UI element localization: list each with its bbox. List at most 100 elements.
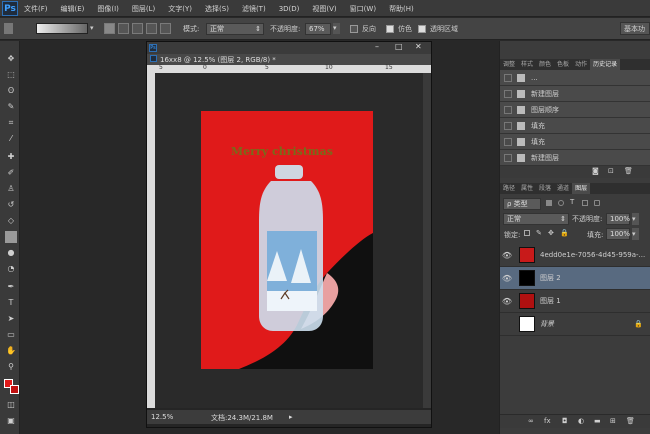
history-tab[interactable]: 样式 (518, 59, 536, 70)
history-checkbox[interactable] (504, 137, 512, 146)
filter-pixel-icon[interactable] (546, 200, 552, 206)
zoom-tool-icon[interactable]: ⚲ (5, 361, 17, 373)
history-tab[interactable]: 调整 (500, 59, 518, 70)
layers-tab[interactable]: 属性 (518, 183, 536, 194)
menu-item[interactable]: 视图(V) (312, 4, 336, 14)
filter-smart-icon[interactable] (594, 200, 600, 206)
history-tab[interactable]: 历史记录 (590, 59, 621, 70)
screen-mode-icon[interactable]: ▣ (5, 415, 17, 427)
layer-row[interactable]: 👁 图层 1 (500, 290, 650, 313)
layer-row[interactable]: 背景 🔒 (500, 313, 650, 336)
marquee-tool-icon[interactable]: ⬚ (5, 69, 17, 81)
menu-item[interactable]: 编辑(E) (61, 4, 85, 14)
vertical-scrollbar[interactable] (423, 73, 431, 408)
canvas-area[interactable]: Merry christmas (155, 73, 423, 408)
gradient-dropdown-arrow[interactable]: ▾ (90, 24, 94, 32)
gradient-tool-icon[interactable] (5, 231, 17, 243)
status-menu-arrow-icon[interactable]: ▸ (289, 413, 293, 421)
maximize-button[interactable]: □ (395, 42, 403, 51)
group-folder-icon[interactable]: ▬ (594, 417, 601, 425)
angle-gradient-button[interactable] (132, 23, 143, 34)
history-tab[interactable]: 色板 (554, 59, 572, 70)
visibility-eye-icon[interactable]: 👁 (500, 251, 514, 260)
history-item[interactable]: ... (500, 70, 650, 86)
crop-tool-icon[interactable]: ⌗ (5, 117, 17, 129)
filter-type-icon[interactable]: T (570, 198, 574, 206)
link-layers-icon[interactable]: ∞ (528, 417, 534, 425)
hand-tool-icon[interactable]: ✋ (5, 345, 17, 357)
background-color-swatch[interactable] (10, 385, 19, 394)
type-tool-icon[interactable]: T (5, 297, 17, 309)
move-tool-icon[interactable]: ✥ (5, 53, 17, 65)
visibility-eye-icon[interactable]: 👁 (500, 297, 514, 306)
camera-icon[interactable]: ⊡ (608, 167, 614, 175)
adjustment-layer-icon[interactable]: ◐ (578, 417, 584, 425)
zoom-level[interactable]: 12.5% (151, 413, 173, 421)
history-checkbox[interactable] (504, 153, 512, 162)
workspace-button[interactable]: 基本功 (620, 22, 650, 35)
linear-gradient-button[interactable] (104, 23, 115, 34)
history-checkbox[interactable] (504, 121, 512, 130)
snapshot-icon[interactable]: ◙ (592, 167, 599, 175)
reverse-checkbox[interactable] (350, 25, 358, 33)
close-button[interactable]: ✕ (415, 42, 422, 51)
clone-stamp-tool-icon[interactable]: ♙ (5, 183, 17, 195)
layer-row[interactable]: 👁 4edd0e1e-7056-4d45-959a-... (500, 244, 650, 267)
layers-tab[interactable]: 通道 (554, 183, 572, 194)
menu-item[interactable]: 选择(S) (205, 4, 229, 14)
path-select-tool-icon[interactable]: ➤ (5, 313, 17, 325)
layer-row[interactable]: 👁 图层 2 (500, 267, 650, 290)
opacity-dropdown-arrow[interactable]: ▾ (333, 23, 340, 34)
dither-checkbox[interactable] (386, 25, 394, 33)
trash-icon[interactable]: 🗑 (624, 167, 633, 175)
layers-tab[interactable]: 图层 (572, 183, 591, 194)
reflected-gradient-button[interactable] (146, 23, 157, 34)
history-item[interactable]: 填充 (500, 134, 650, 150)
layer-opacity-input[interactable]: 100% (606, 213, 630, 225)
lock-transparent-icon[interactable] (524, 230, 530, 236)
lock-position-icon[interactable]: ✥ (548, 229, 554, 237)
document-info[interactable]: 文档:24.3M/21.8M (211, 413, 273, 423)
layer-filter-select[interactable]: ρ 类型 (503, 198, 541, 210)
menu-item[interactable]: 3D(D) (279, 5, 300, 13)
mode-select[interactable]: 正常 ⇕ (206, 23, 264, 35)
history-checkbox[interactable] (504, 89, 512, 98)
quick-mask-icon[interactable]: ◫ (5, 399, 17, 411)
new-layer-icon[interactable]: ⊞ (610, 417, 616, 425)
delete-layer-icon[interactable]: 🗑 (626, 417, 635, 425)
menu-item[interactable]: 帮助(H) (389, 4, 414, 14)
lock-all-icon[interactable]: 🔒 (560, 229, 569, 237)
history-item[interactable]: 新建图层 (500, 86, 650, 102)
menu-item[interactable]: 窗口(W) (350, 4, 376, 14)
healing-brush-tool-icon[interactable]: ✚ (5, 151, 17, 163)
eraser-tool-icon[interactable]: ◇ (5, 215, 17, 227)
radial-gradient-button[interactable] (118, 23, 129, 34)
artboard[interactable]: Merry christmas (201, 111, 373, 369)
menu-item[interactable]: 滤镜(T) (242, 4, 266, 14)
menu-item[interactable]: 文字(Y) (168, 4, 192, 14)
add-mask-icon[interactable]: ◘ (562, 417, 568, 425)
history-checkbox[interactable] (504, 73, 512, 82)
eyedropper-tool-icon[interactable]: ⁄ (5, 133, 17, 145)
history-item[interactable]: 新建图层 (500, 150, 650, 166)
layer-fill-input[interactable]: 100% (606, 228, 630, 240)
shape-tool-icon[interactable]: ▭ (5, 329, 17, 341)
minimize-button[interactable]: – (375, 42, 379, 51)
pen-tool-icon[interactable]: ✒ (5, 281, 17, 293)
history-tab[interactable]: 动作 (572, 59, 590, 70)
lock-pixels-icon[interactable]: ✎ (536, 229, 542, 237)
tool-preset-icon[interactable] (4, 23, 13, 34)
history-item[interactable]: 图层顺序 (500, 102, 650, 118)
blur-tool-icon[interactable]: ● (5, 247, 17, 259)
fx-icon[interactable]: fx (544, 417, 551, 425)
menu-item[interactable]: 文件(F) (24, 4, 48, 14)
blend-mode-select[interactable]: 正常 ⇕ (503, 213, 569, 225)
menu-item[interactable]: 图像(I) (97, 4, 119, 14)
history-item[interactable]: 填充 (500, 118, 650, 134)
menu-item[interactable]: 图层(L) (132, 4, 155, 14)
quick-select-tool-icon[interactable]: ✎ (5, 101, 17, 113)
filter-adjust-icon[interactable] (558, 200, 564, 206)
diamond-gradient-button[interactable] (160, 23, 171, 34)
layer-opacity-arrow[interactable]: ▾ (632, 213, 639, 225)
layer-fill-arrow[interactable]: ▾ (632, 228, 639, 240)
